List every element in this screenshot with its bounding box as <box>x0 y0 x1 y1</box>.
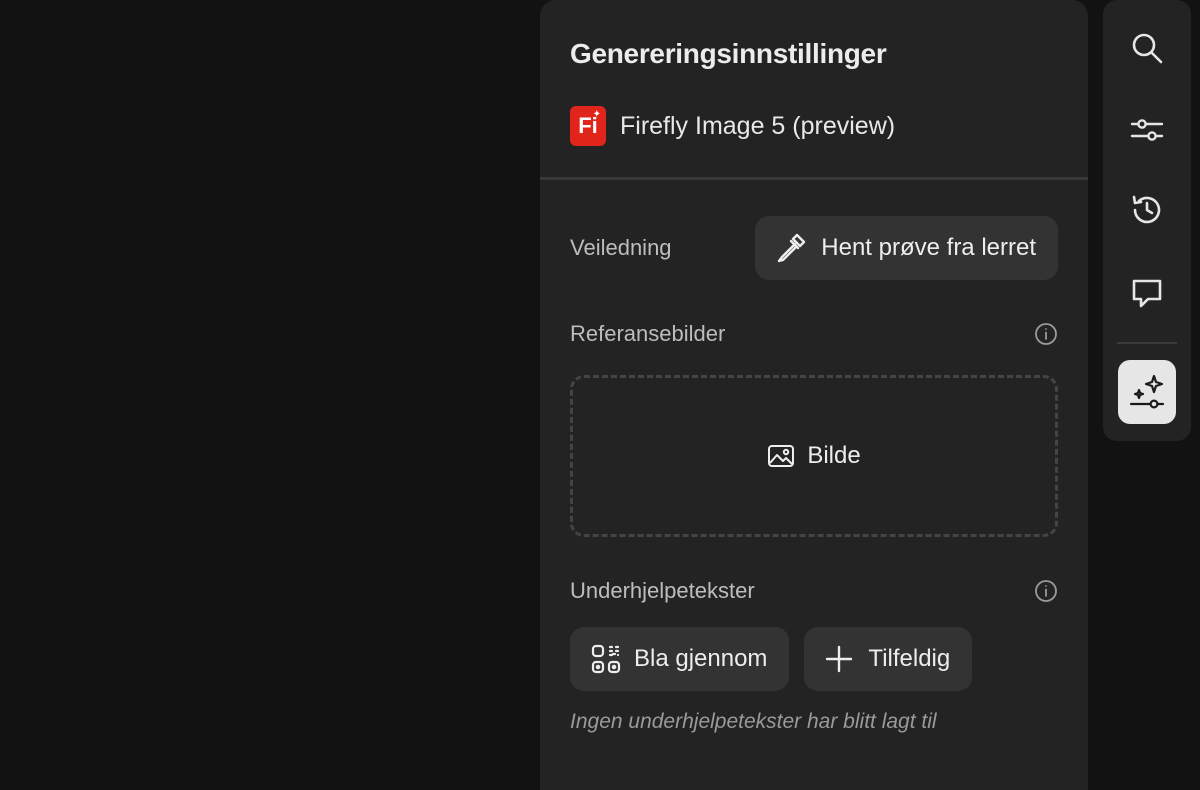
random-button-label: Tilfeldig <box>868 645 951 672</box>
guidance-label: Veiledning <box>570 235 672 260</box>
browse-button-label: Bla gjennom <box>634 645 768 672</box>
reference-images-label: Referansebilder <box>570 321 726 346</box>
info-icon[interactable] <box>1034 322 1058 346</box>
eyedropper-icon <box>778 233 806 263</box>
model-selector[interactable]: Fi ✦ Firefly Image 5 (preview) <box>570 106 1058 146</box>
panel-header: Genereringsinnstillinger Fi ✦ Firefly Im… <box>540 0 1088 180</box>
panel-title: Genereringsinnstillinger <box>570 38 887 69</box>
sliders-icon <box>1130 119 1164 141</box>
canvas-area[interactable] <box>0 0 540 775</box>
adjustments-button[interactable] <box>1118 98 1176 162</box>
reference-image-dropzone[interactable]: Bilde <box>570 375 1058 537</box>
search-button[interactable] <box>1118 16 1176 80</box>
rail-divider <box>1117 342 1177 344</box>
browse-button[interactable]: Bla gjennom <box>570 627 790 691</box>
history-button[interactable] <box>1118 178 1176 242</box>
sample-from-canvas-button[interactable]: Hent prøve fra lerret <box>755 216 1058 280</box>
right-tool-rail <box>1103 0 1191 441</box>
spark-icon: ✦ <box>592 109 601 120</box>
sample-button-label: Hent prøve fra lerret <box>821 234 1036 261</box>
image-icon <box>768 445 795 467</box>
empty-suffixes-note: Ingen underhjelpetekster har blitt lagt … <box>570 710 937 733</box>
reference-images-row: Referansebilder <box>570 316 1058 352</box>
dropzone-label: Bilde <box>807 442 861 469</box>
model-name: Firefly Image 5 (preview) <box>620 111 896 140</box>
prompt-suffix-actions: Bla gjennom Tilfeldig <box>570 627 1058 691</box>
prompt-suffixes-row: Underhjelpetekster <box>570 573 1058 609</box>
comments-button[interactable] <box>1118 261 1176 325</box>
history-icon <box>1132 195 1161 224</box>
prompt-suffixes-label: Underhjelpetekster <box>570 578 755 603</box>
generation-settings-icon <box>1129 374 1165 409</box>
comment-icon <box>1132 279 1162 308</box>
guidance-row: Veiledning Hent prøve fra lerret <box>570 216 1058 280</box>
browse-grid-icon <box>591 644 621 674</box>
info-icon[interactable] <box>1034 579 1058 603</box>
generation-settings-button[interactable] <box>1118 360 1176 424</box>
firefly-logo-icon: Fi ✦ <box>570 106 606 146</box>
random-button[interactable]: Tilfeldig <box>804 627 973 691</box>
search-icon <box>1132 33 1163 64</box>
plus-icon <box>826 645 853 673</box>
generation-settings-panel: Genereringsinnstillinger Fi ✦ Firefly Im… <box>540 0 1088 790</box>
